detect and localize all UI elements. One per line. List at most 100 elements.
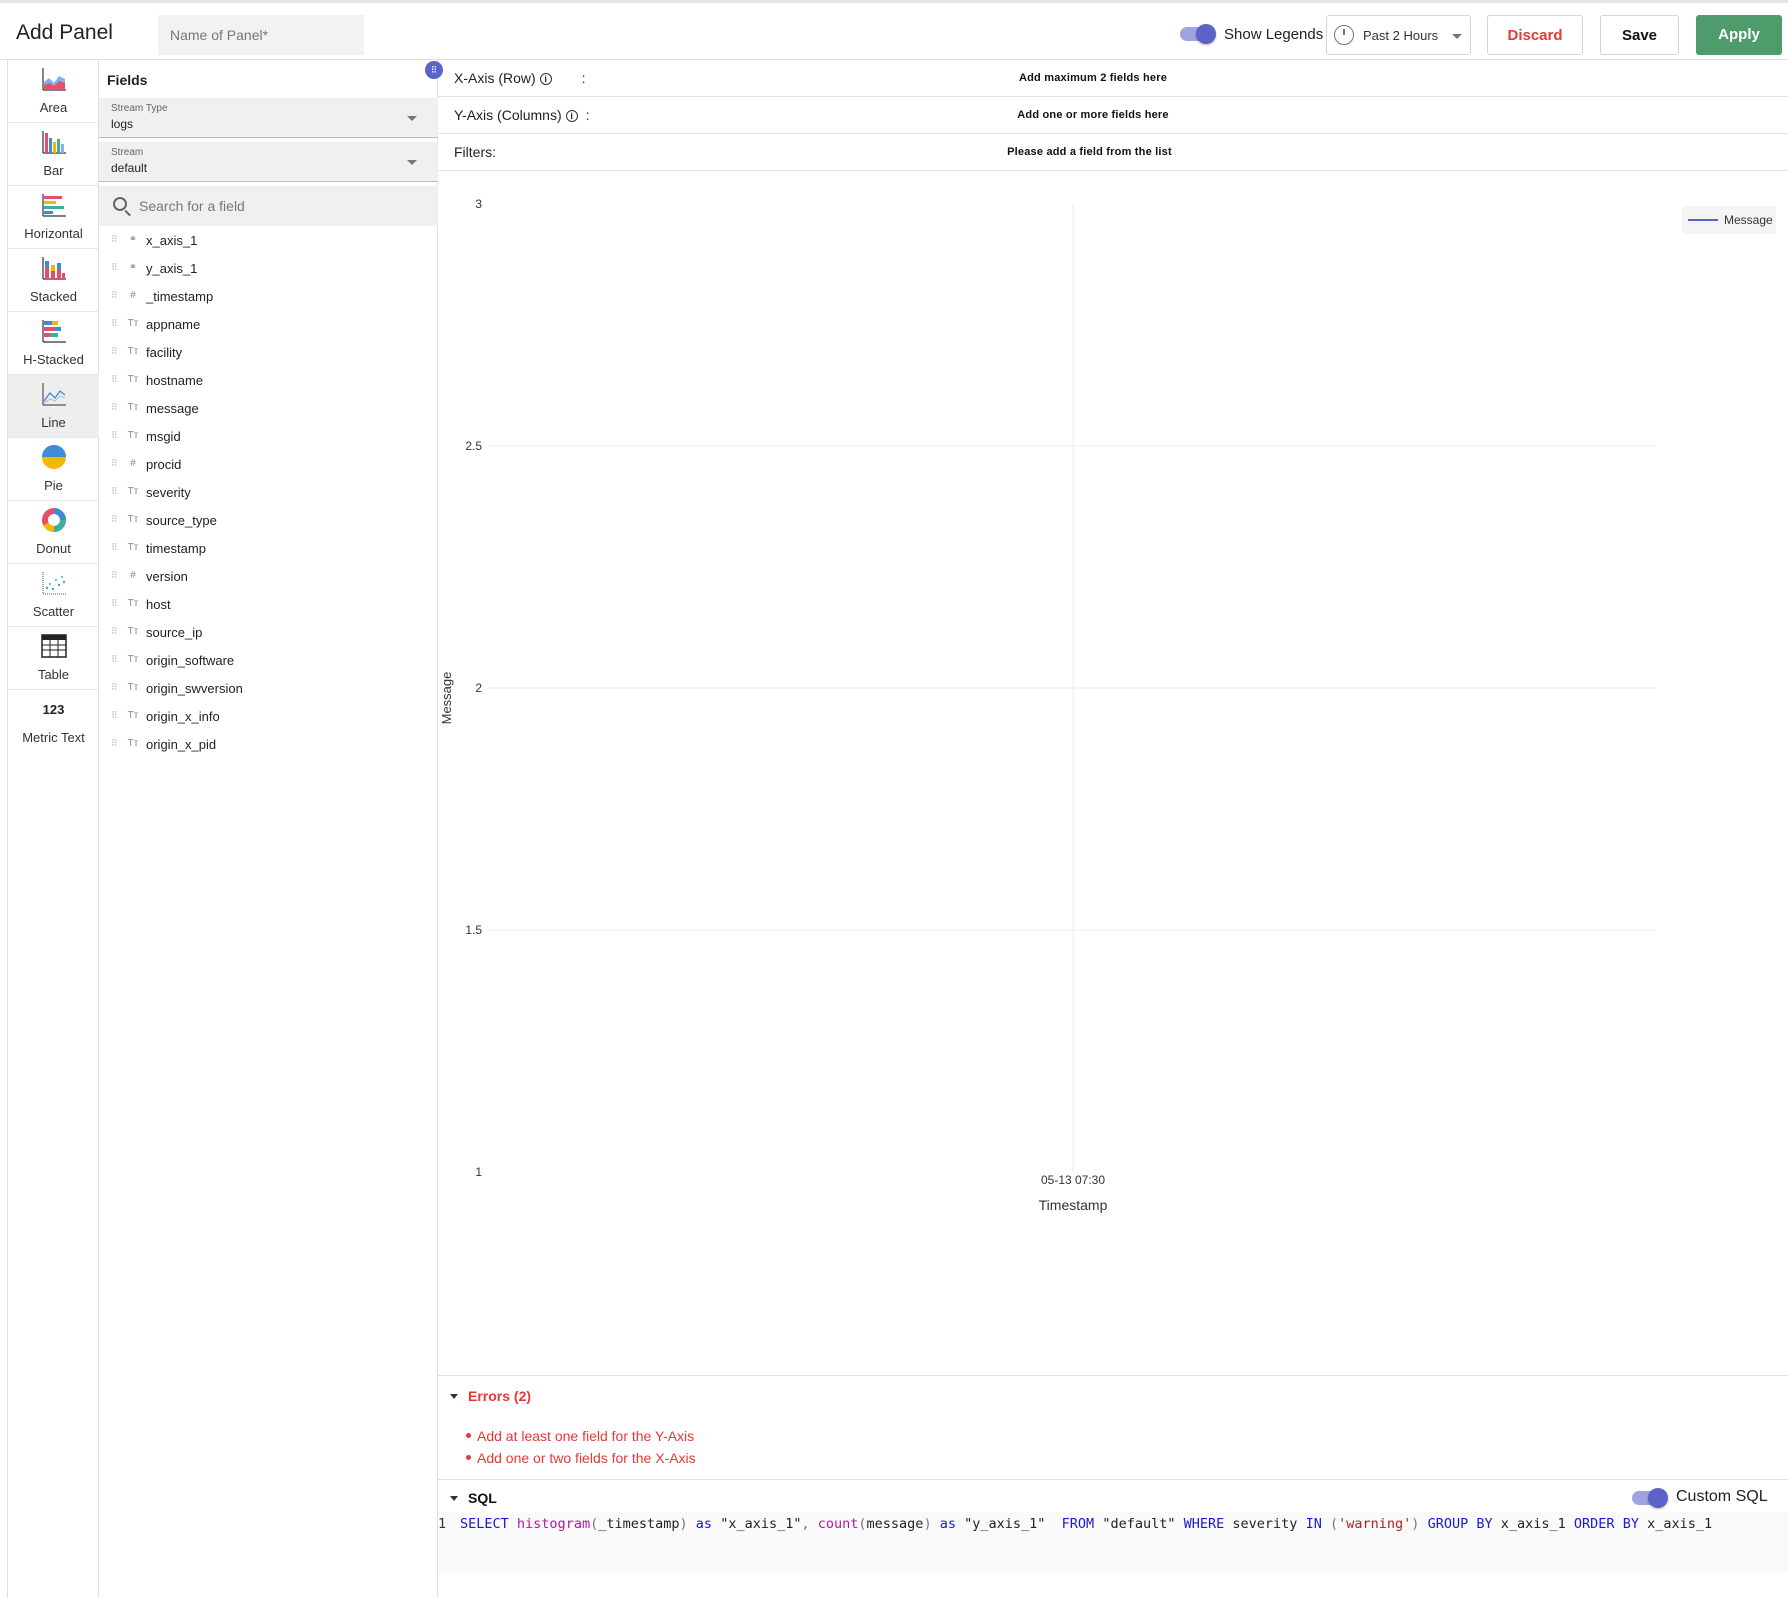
field-list: ⠿ ⚭ x_axis_1 ⠿ ⚭ y_axis_1 ⠿ # _timestamp ⠿ Tт appna… (99, 228, 438, 760)
error-item: Add at least one field for the Y-Axis (466, 1428, 696, 1450)
drag-handle-icon[interactable]: ⠿ (111, 459, 119, 468)
chevron-down-icon (450, 1394, 458, 1399)
field-name: appname (146, 317, 201, 332)
text-type-icon: Tт (127, 598, 139, 609)
field-name: origin_swversion (146, 681, 243, 696)
text-type-icon: Tт (127, 430, 139, 441)
field-name: host (146, 597, 171, 612)
discard-button[interactable]: Discard (1487, 15, 1583, 55)
chart-type-h-stacked[interactable]: H-Stacked (8, 312, 99, 375)
drag-handle-icon[interactable]: ⠿ (111, 235, 119, 244)
chart-type-table[interactable]: Table (8, 627, 99, 690)
field-name: version (146, 569, 188, 584)
field-item[interactable]: ⠿ Tт hostname (99, 368, 438, 396)
drag-handle-icon[interactable]: ⠿ (111, 487, 119, 496)
y-axis-drop-zone[interactable]: Y-Axis (Columns) i: Add one or more field… (438, 97, 1788, 134)
errors-title: Errors (2) (468, 1388, 532, 1404)
error-item: Add one or two fields for the X-Axis (466, 1450, 696, 1472)
field-item[interactable]: ⠿ Tт facility (99, 340, 438, 368)
field-item[interactable]: ⠿ Tт message (99, 396, 438, 424)
field-item[interactable]: ⠿ Tт origin_x_info (99, 704, 438, 732)
field-name: y_axis_1 (146, 261, 198, 276)
drag-handle-icon[interactable]: ⠿ (111, 347, 119, 356)
sql-query[interactable]: SELECT histogram(_timestamp) as "x_axis_… (460, 1516, 1712, 1532)
field-name: source_type (146, 513, 217, 528)
drag-handle-icon[interactable]: ⠿ (111, 431, 119, 440)
chart-type-scatter[interactable]: Scatter (8, 564, 99, 627)
field-item[interactable]: ⠿ Tт origin_swversion (99, 676, 438, 704)
field-item[interactable]: ⠿ Tт msgid (99, 424, 438, 452)
stream-type-value: logs (111, 117, 134, 131)
chart-type-label: Donut (36, 541, 71, 556)
number-type-icon: # (130, 458, 136, 469)
panel-name-input[interactable] (158, 15, 364, 55)
show-legends-toggle[interactable] (1180, 24, 1216, 44)
error-list: Add at least one field for the Y-Axis Ad… (466, 1428, 696, 1472)
field-item[interactable]: ⠿ Tт severity (99, 480, 438, 508)
drag-handle-icon[interactable]: ⠿ (111, 739, 119, 748)
drag-handle-icon[interactable]: ⠿ (111, 571, 119, 580)
show-legends-label: Show Legends (1224, 26, 1324, 43)
drag-handle-icon[interactable]: ⠿ (111, 319, 119, 328)
drag-handle-icon[interactable]: ⠿ (111, 655, 119, 664)
field-name: x_axis_1 (146, 233, 198, 248)
text-type-icon: Tт (127, 374, 139, 385)
chart-type-donut[interactable]: Donut (8, 501, 99, 564)
field-item[interactable]: ⠿ Tт source_ip (99, 620, 438, 648)
sql-toggle[interactable]: SQL (450, 1490, 497, 1506)
drag-handle-icon[interactable]: ⠿ (111, 291, 119, 300)
chevron-down-icon (450, 1496, 458, 1501)
chart-type-metric-text[interactable]: 123 Metric Text (8, 690, 99, 753)
drag-handle-icon[interactable]: ⠿ (111, 599, 119, 608)
text-type-icon: Tт (127, 402, 139, 413)
custom-sql-toggle[interactable] (1632, 1488, 1668, 1508)
time-range-picker[interactable]: Past 2 Hours (1326, 15, 1471, 55)
save-button[interactable]: Save (1600, 15, 1679, 55)
field-item[interactable]: ⠿ Tт host (99, 592, 438, 620)
field-name: procid (146, 457, 182, 472)
field-item[interactable]: ⠿ Tт source_type (99, 508, 438, 536)
field-item[interactable]: ⠿ ⚭ y_axis_1 (99, 256, 438, 284)
chart-type-area[interactable]: Area (8, 60, 99, 123)
line-chart: 3 2.5 2 1.5 1 05-13 07:30 Timestamp Message (439, 197, 1656, 1213)
chart-type-horizontal[interactable]: Horizontal (8, 186, 99, 249)
apply-button[interactable]: Apply (1696, 15, 1782, 55)
chart-type-line[interactable]: Line (8, 375, 99, 438)
field-item[interactable]: ⠿ Tт timestamp (99, 536, 438, 564)
sql-editor[interactable]: 1 SELECT histogram(_timestamp) as "x_axi… (438, 1512, 1788, 1572)
stream-select[interactable]: Stream default (99, 142, 438, 182)
drag-handle-icon[interactable]: ⠿ (111, 403, 119, 412)
drag-handle-icon[interactable]: ⠿ (111, 375, 119, 384)
stream-type-select[interactable]: Stream Type logs (99, 98, 438, 138)
chart-type-stacked[interactable]: Stacked (8, 249, 99, 312)
drag-handle-icon[interactable]: ⠿ (111, 263, 119, 272)
text-type-icon: Tт (127, 514, 139, 525)
field-item[interactable]: ⠿ Tт origin_x_pid (99, 732, 438, 760)
field-item[interactable]: ⠿ # _timestamp (99, 284, 438, 312)
field-item[interactable]: ⠿ Tт appname (99, 312, 438, 340)
stream-value: default (111, 161, 148, 175)
field-name: hostname (146, 373, 204, 388)
drag-handle-icon[interactable]: ⠿ (111, 543, 119, 552)
x-axis-drop-zone[interactable]: X-Axis (Row) i: Add maximum 2 fields here (438, 60, 1788, 97)
chart-type-label: Horizontal (24, 226, 83, 241)
errors-toggle[interactable]: Errors (2) (450, 1388, 531, 1404)
field-item[interactable]: ⠿ Tт origin_software (99, 648, 438, 676)
chart-type-pie[interactable]: Pie (8, 438, 99, 501)
drag-handle-icon[interactable]: ⠿ (111, 515, 119, 524)
field-item[interactable]: ⠿ # procid (99, 452, 438, 480)
errors-section: Errors (2) Add at least one field for th… (438, 1376, 1788, 1480)
field-item[interactable]: ⠿ # version (99, 564, 438, 592)
filters-drop-zone[interactable]: Filters: Please add a field from the lis… (438, 134, 1788, 171)
main-area: X-Axis (Row) i: Add maximum 2 fields here… (438, 60, 1788, 1598)
y-tick-label: 2 (475, 681, 482, 695)
chart-legend[interactable]: Message (1682, 206, 1776, 234)
chart-area: 3 2.5 2 1.5 1 05-13 07:30 Timestamp Message Mes… (438, 172, 1788, 1376)
field-item[interactable]: ⠿ ⚭ x_axis_1 (99, 228, 438, 256)
drag-handle-icon[interactable]: ⠿ (111, 683, 119, 692)
chart-type-bar[interactable]: Bar (8, 123, 99, 186)
field-search-input[interactable] (139, 194, 419, 218)
scatter-chart-icon (42, 572, 66, 595)
drag-handle-icon[interactable]: ⠿ (111, 711, 119, 720)
drag-handle-icon[interactable]: ⠿ (111, 627, 119, 636)
